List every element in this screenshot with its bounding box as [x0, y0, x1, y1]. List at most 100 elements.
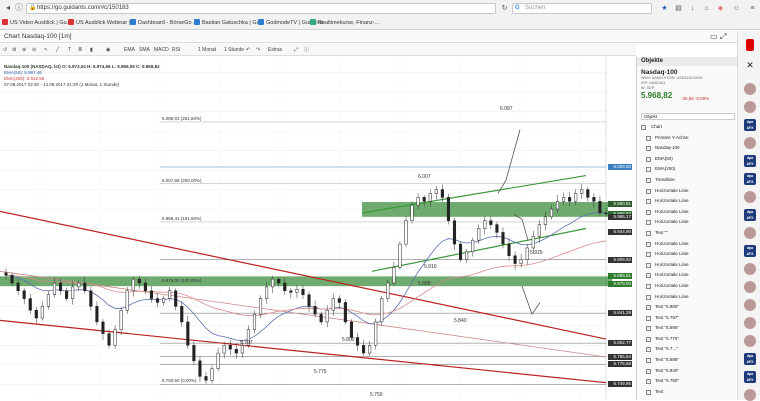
tree-item[interactable]: Horizontale Linie — [641, 239, 735, 250]
tree-item[interactable]: Horizontale Linie — [641, 281, 735, 292]
avatar[interactable] — [744, 83, 756, 95]
tree-item[interactable]: Horizontale Linie — [641, 207, 735, 218]
tree-item[interactable]: Text "5.750" — [641, 376, 735, 387]
tree-item-label: Chart — [651, 124, 663, 129]
tree-item[interactable]: Horizontale Linie — [641, 260, 735, 271]
fib-tool-icon[interactable]: ≣ — [78, 45, 82, 55]
toolbar-extras[interactable]: Extras — [268, 45, 282, 55]
tree-item-label: Horizontale Linie — [655, 198, 689, 204]
tree-item-label: Text "5.775" — [655, 335, 679, 341]
objects-filter[interactable]: Objekt — [641, 113, 735, 120]
bookmark-item[interactable]: Dashboard - BörseGo ... — [130, 18, 198, 28]
toolbar-rsi[interactable]: RSI — [172, 45, 180, 55]
tree-item[interactable]: Primäre Y-Achse — [641, 133, 735, 144]
address-bar[interactable]: 🔒 https://go.guidants.com/#c/150183 — [26, 3, 496, 14]
tree-item[interactable]: Horizontale Linie — [641, 186, 735, 197]
tree-item[interactable]: Horizontale Linie — [641, 249, 735, 260]
download-icon[interactable]: ↓ — [688, 4, 697, 13]
tree-item[interactable]: EMA(50) — [641, 154, 735, 165]
search-input[interactable]: G Suchen — [512, 3, 652, 14]
user-icon[interactable] — [746, 39, 754, 51]
tree-item[interactable]: Text "5.888" — [641, 355, 735, 366]
toolbar-sma[interactable]: SMA — [139, 45, 150, 55]
tree-item[interactable]: Text "5.840" — [641, 366, 735, 377]
minimize-icon[interactable]: ▭ — [710, 32, 718, 42]
toolbar-macd[interactable]: MACD — [154, 45, 169, 55]
avatar[interactable] — [744, 191, 756, 203]
price-chart[interactable] — [0, 57, 636, 400]
bookmark-item[interactable]: US Ausblick Webinar | ... — [68, 18, 136, 28]
home-icon[interactable]: ⌂ — [702, 4, 711, 13]
sync-icon[interactable]: ☺ — [732, 4, 741, 13]
chart-type-icon[interactable]: ▮ — [90, 45, 93, 55]
close-icon[interactable]: ✕ — [744, 59, 756, 71]
cursor-icon[interactable]: ↖ — [44, 45, 48, 55]
tree-root-chart[interactable]: Chart — [641, 122, 735, 133]
tree-item[interactable]: Trendlinie — [641, 175, 735, 186]
dpa-afx-icon[interactable]: dpa AFX — [744, 353, 756, 365]
info-icon[interactable]: ⓘ — [304, 45, 309, 55]
settings-icon[interactable]: ⚙ — [12, 45, 16, 55]
tree-item[interactable]: Nasdaq-100 — [641, 143, 735, 154]
tree-item[interactable]: Text "5.775" — [641, 334, 735, 345]
star-icon[interactable]: ★ — [660, 4, 669, 13]
line-tool-icon[interactable]: ╱ — [56, 45, 59, 55]
reader-icon[interactable]: ▤ — [674, 4, 683, 13]
reload-icon[interactable]: ↻ — [500, 4, 509, 13]
tree-item[interactable]: Text "5.7..." — [641, 344, 735, 355]
candle-body — [386, 282, 390, 299]
candle-body — [331, 298, 335, 311]
dpa-afx-icon[interactable]: dpa AFX — [744, 245, 756, 257]
tree-item[interactable]: Horizontale Linie — [641, 217, 735, 228]
favicon-icon — [310, 19, 316, 25]
back-icon[interactable]: ◂ — [3, 3, 13, 13]
eye-icon[interactable]: ◉ — [106, 45, 110, 55]
toolbar-period[interactable]: 1 Monat — [198, 45, 216, 55]
tree-item[interactable]: Horizontale Linie — [641, 292, 735, 303]
dpa-afx-icon[interactable]: dpa AFX — [744, 119, 756, 131]
avatar[interactable] — [744, 281, 756, 293]
chart-area[interactable]: Nasdaq-100 (NASDAQ, lst) O: 5.973,04 H: … — [0, 57, 658, 400]
tree-item[interactable]: Text "" — [641, 228, 735, 239]
tree-item[interactable]: Text "5.800" — [641, 302, 735, 313]
tree-item[interactable]: Text — [641, 387, 735, 398]
tree-item[interactable]: Horizontale Linie — [641, 196, 735, 207]
text-tool-icon[interactable]: T — [68, 45, 71, 55]
zoom-in-icon[interactable]: ⊕ — [22, 45, 26, 55]
dpa-afx-icon[interactable]: dpa AFX — [744, 155, 756, 167]
avatar[interactable] — [744, 389, 756, 401]
bookmark-item[interactable]: US Video Ausblick | Gu... — [2, 18, 71, 28]
redo-icon[interactable]: ↷ — [256, 45, 260, 55]
undo-icon[interactable]: ↶ — [246, 45, 250, 55]
price-badge: 5.785,54 — [608, 353, 632, 360]
avatar[interactable] — [744, 299, 756, 311]
fullscreen-icon[interactable]: ⤢ — [294, 45, 298, 55]
pocket-icon[interactable]: ◈ — [716, 4, 725, 13]
avatar[interactable] — [744, 335, 756, 347]
tree-item[interactable]: Text "5.797" — [641, 313, 735, 324]
dpa-afx-icon[interactable]: dpa AFX — [744, 371, 756, 383]
tree-item[interactable]: Text "5.895" — [641, 323, 735, 334]
avatar[interactable] — [744, 137, 756, 149]
candle-body — [543, 216, 547, 225]
avatar[interactable] — [744, 317, 756, 329]
avatar[interactable] — [744, 227, 756, 239]
maximize-icon[interactable]: ⤢ — [720, 32, 726, 42]
toolbar-ema[interactable]: EMA — [124, 45, 135, 55]
info-icon[interactable]: ⓘ — [14, 3, 24, 13]
grid — [0, 57, 607, 400]
favicon-icon — [68, 19, 74, 25]
tree-item[interactable]: Horizontale Linie — [641, 270, 735, 281]
dpa-afx-icon[interactable]: dpa AFX — [744, 173, 756, 185]
bookmark-item[interactable]: Bastian Galuschka | Gu... — [194, 18, 264, 28]
zoom-out-icon[interactable]: ⊖ — [32, 45, 36, 55]
toolbar-interval[interactable]: 1 Stunde — [224, 45, 244, 55]
object-icon — [646, 347, 651, 353]
dpa-afx-icon[interactable]: dpa AFX — [744, 209, 756, 221]
tree-item[interactable]: EMA(200) — [641, 164, 735, 175]
reset-icon[interactable]: ↺ — [3, 45, 7, 55]
menu-icon[interactable]: ≡ — [748, 4, 757, 13]
avatar[interactable] — [744, 101, 756, 113]
avatar[interactable] — [744, 263, 756, 275]
bookmark-item[interactable]: Realtimekurse, Finanz-... — [310, 18, 379, 28]
